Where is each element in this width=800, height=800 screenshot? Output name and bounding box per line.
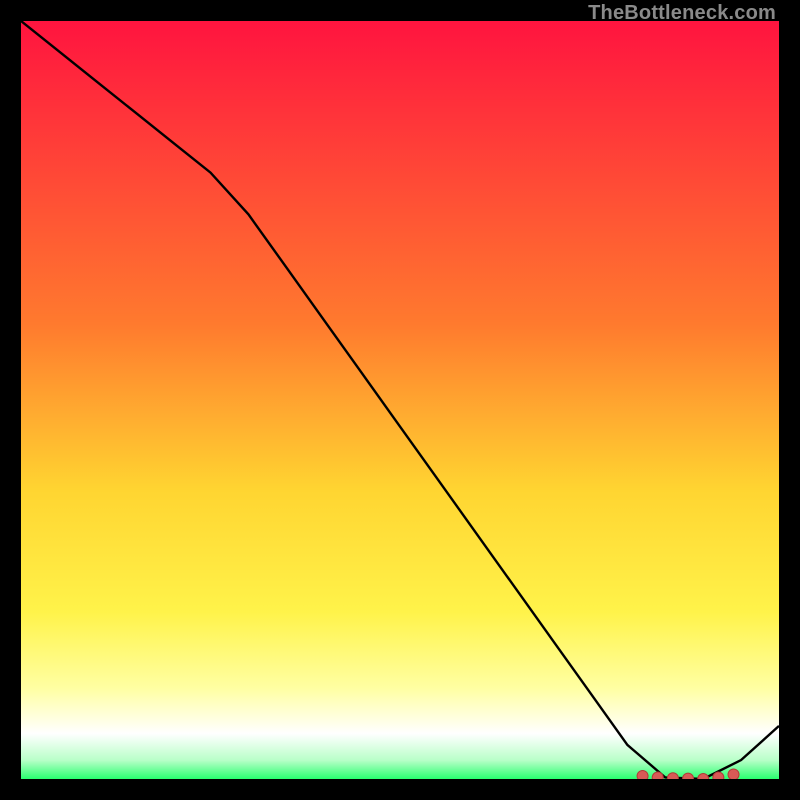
highlight-marker: [698, 774, 709, 780]
highlight-marker: [728, 769, 739, 779]
highlight-markers: [637, 769, 739, 779]
highlight-marker: [683, 773, 694, 779]
highlight-marker: [652, 772, 663, 779]
highlight-marker: [637, 770, 648, 779]
curve-layer: [21, 21, 779, 779]
plot-area: [21, 21, 779, 779]
bottleneck-curve: [21, 21, 779, 779]
highlight-marker: [667, 773, 678, 779]
highlight-marker: [713, 772, 724, 779]
chart-stage: TheBottleneck.com: [0, 0, 800, 800]
